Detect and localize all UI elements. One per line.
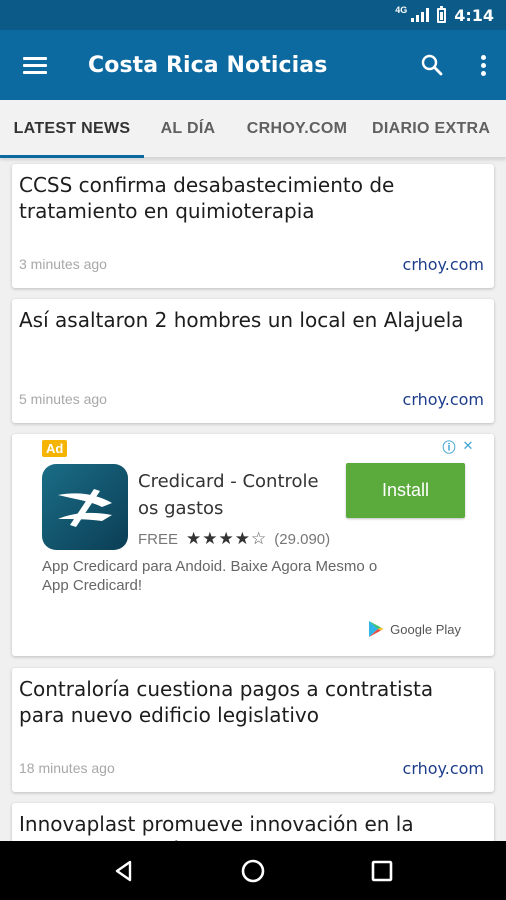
ad-price: FREE (138, 530, 179, 548)
star-icon: ★ (218, 529, 234, 548)
app-bar: Costa Rica Noticias (0, 30, 506, 100)
ad-app-title: Credicard - Controle os gastos (138, 471, 319, 519)
google-play-badge[interactable]: Google Play (368, 620, 461, 638)
tab-latest-news[interactable]: LATEST NEWS (0, 100, 144, 158)
recents-icon (371, 860, 392, 881)
news-source: crhoy.com (402, 390, 484, 409)
back-icon (116, 860, 132, 881)
news-card[interactable]: CCSS confirma desabastecimiento de trata… (12, 164, 494, 288)
network-type-label: 4G (395, 5, 408, 15)
news-headline: CCSS confirma desabastecimiento de trata… (19, 173, 395, 223)
news-timestamp: 5 minutes ago (19, 391, 107, 407)
status-bar: 4G 4:14 (0, 0, 506, 30)
install-button[interactable]: Install (346, 463, 465, 518)
menu-button[interactable] (0, 30, 70, 100)
star-empty-icon: ☆ (251, 529, 267, 548)
search-icon (421, 54, 443, 76)
tab-crhoy[interactable]: CRHOY.COM (232, 100, 362, 158)
ad-meta: FREE ★ ★ ★ ★ ☆ (29.090) (138, 529, 330, 549)
system-nav-bar (0, 841, 506, 900)
battery-icon (437, 5, 447, 23)
tab-al-dia[interactable]: AL DÍA (144, 100, 232, 158)
credicard-app-icon[interactable] (42, 464, 128, 550)
tab-diario-extra[interactable]: DIARIO EXTRA (362, 100, 506, 158)
star-icon: ★ (234, 529, 251, 548)
back-button[interactable] (94, 841, 154, 900)
star-icon: ★ (186, 529, 202, 548)
overflow-menu-button[interactable] (460, 30, 506, 100)
ad-description: App Credicard para Andoid. Baixe Agora M… (42, 558, 378, 594)
close-icon[interactable]: ✕ (460, 438, 476, 454)
news-card[interactable]: Así asaltaron 2 hombres un local en Alaj… (12, 299, 494, 423)
ad-choices[interactable]: ⓘ ✕ (441, 438, 476, 455)
ad-badge: Ad (42, 440, 68, 457)
signal-icon (411, 8, 430, 22)
news-headline: Así asaltaron 2 hombres un local en Alaj… (19, 308, 464, 332)
more-vert-icon (480, 52, 486, 79)
tab-bar: LATEST NEWS AL DÍA CRHOY.COM DIARIO EXTR… (0, 100, 506, 158)
star-icon: ★ (202, 529, 218, 548)
news-headline: Contraloría cuestiona pagos a contratist… (19, 677, 434, 727)
home-icon (241, 859, 265, 882)
status-time: 4:14 (454, 5, 494, 25)
news-source: crhoy.com (402, 255, 484, 274)
news-timestamp: 3 minutes ago (19, 256, 107, 272)
search-button[interactable] (404, 30, 460, 100)
google-play-icon (369, 621, 384, 637)
home-button[interactable] (223, 841, 283, 900)
news-card[interactable]: Contraloría cuestiona pagos a contratist… (12, 668, 494, 792)
news-source: crhoy.com (402, 759, 484, 778)
hamburger-icon (23, 53, 47, 78)
ad-card[interactable]: Ad ⓘ ✕ Credicard - Controle os gastos FR… (12, 434, 494, 656)
recents-button[interactable] (352, 841, 412, 900)
rating-stars: ★ ★ ★ ★ ☆ (186, 529, 266, 549)
rating-count: (29.090) (274, 530, 331, 548)
google-play-label: Google Play (390, 621, 461, 637)
info-icon[interactable]: ⓘ (441, 438, 457, 455)
app-title: Costa Rica Noticias (88, 52, 328, 78)
news-timestamp: 18 minutes ago (19, 760, 115, 776)
